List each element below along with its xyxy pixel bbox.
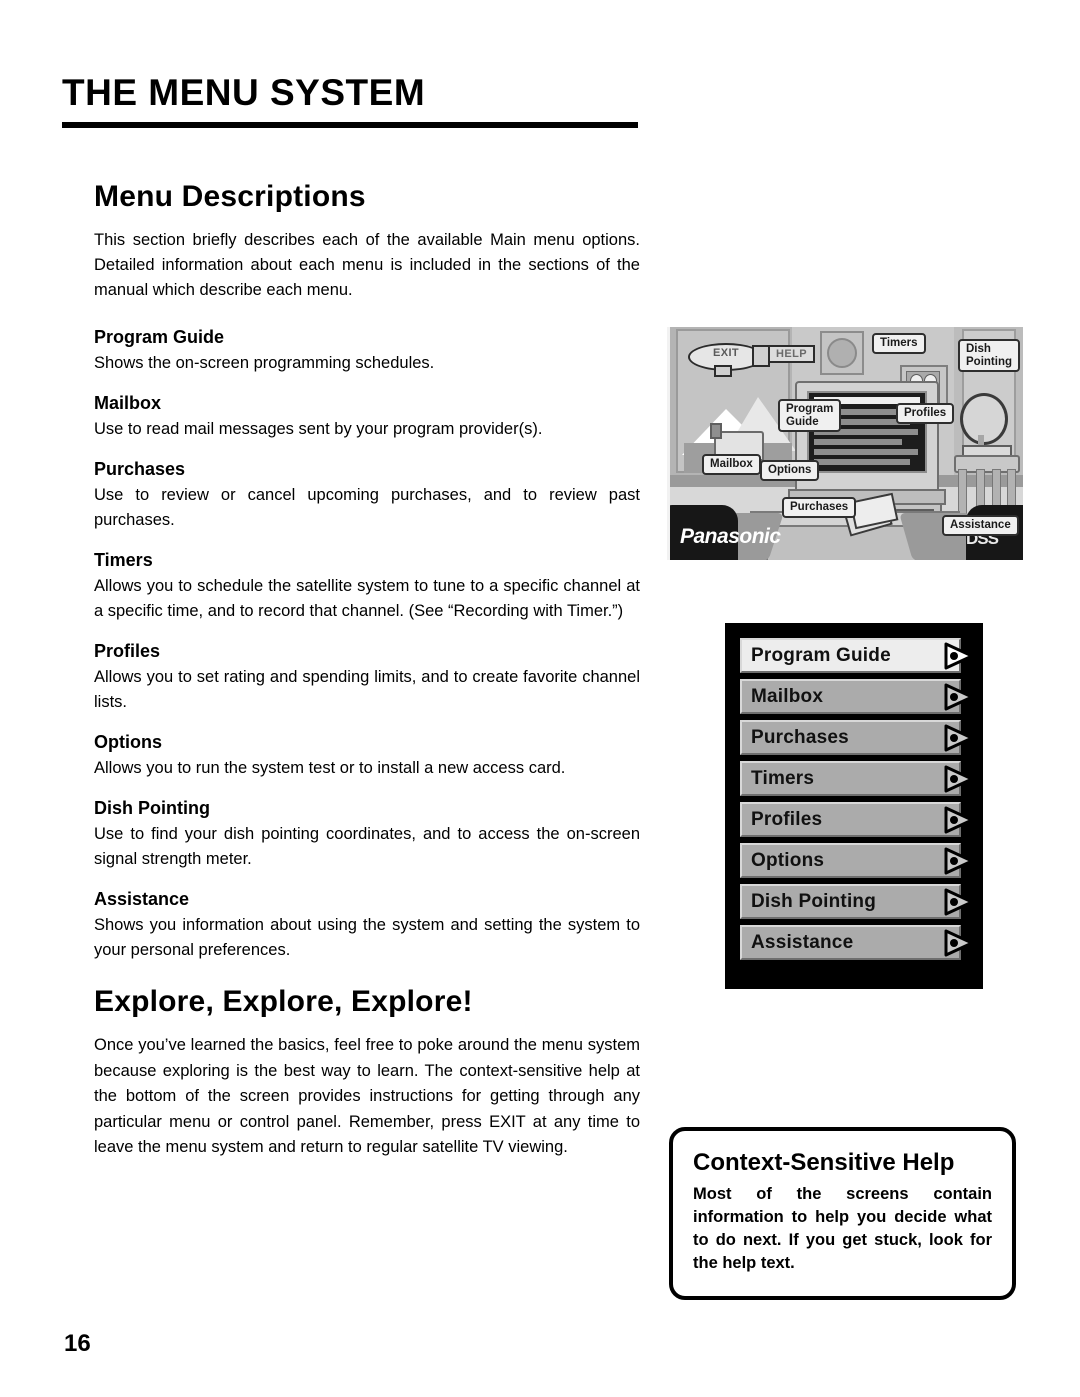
explore-heading: Explore, Explore, Explore! <box>94 985 473 1018</box>
explore-section: Explore, Explore, Explore! Once you’ve l… <box>94 985 640 1161</box>
page-number: 16 <box>64 1330 91 1357</box>
arrow-right-icon <box>943 682 973 712</box>
arrow-right-icon <box>943 887 973 917</box>
arrow-right-icon <box>943 723 973 753</box>
help-label: HELP <box>768 345 815 363</box>
entry-definition: Use to find your dish pointing coordinat… <box>94 825 640 868</box>
entry-term: Options <box>94 732 162 752</box>
entry-term: Mailbox <box>94 393 162 413</box>
description-entry-dish-pointing: Dish Pointing Use to find your dish poin… <box>94 798 640 872</box>
entry-definition: Allows you to set rating and spending li… <box>94 668 640 711</box>
menu-item-timers[interactable]: Timers <box>740 761 973 796</box>
entry-definition: Use to read mail messages sent by your p… <box>94 420 543 438</box>
description-entry-mailbox: Mailbox Use to read mail messages sent b… <box>94 393 640 442</box>
entry-definition: Allows you to run the system test or to … <box>94 759 566 777</box>
callout-program-guide: Program Guide <box>778 399 842 432</box>
guide-row <box>814 439 902 445</box>
clock-face <box>827 338 857 368</box>
callout-purchases: Purchases <box>782 497 857 518</box>
entry-definition: Shows the on-screen programming schedule… <box>94 354 435 372</box>
context-help-body: Most of the screens contain information … <box>693 1185 992 1272</box>
menu-descriptions-heading: Menu Descriptions <box>94 180 366 213</box>
description-entry-assistance: Assistance Shows you information about u… <box>94 889 640 963</box>
menu-item-label: Dish Pointing <box>751 890 877 912</box>
callout-timers: Timers <box>872 333 926 354</box>
on-screen-main-menu: Program Guide Mailbox Purchases Timers P… <box>725 623 983 989</box>
blimp-gondola-icon <box>714 365 732 377</box>
callout-options: Options <box>760 460 820 481</box>
title-divider <box>62 122 638 128</box>
menu-item-options[interactable]: Options <box>740 843 973 878</box>
left-column: Menu Descriptions This section briefly d… <box>94 180 640 1161</box>
menu-item-label: Profiles <box>751 808 823 830</box>
callout-mailbox: Mailbox <box>702 454 761 475</box>
arrow-right-icon <box>943 846 973 876</box>
guide-row <box>814 449 918 455</box>
entry-term: Assistance <box>94 889 190 909</box>
entry-definition: Shows you information about using the sy… <box>94 916 640 959</box>
entry-term: Timers <box>94 550 153 570</box>
entry-term: Program Guide <box>94 327 225 347</box>
context-help-title: Context-Sensitive Help <box>693 1149 955 1176</box>
menu-item-dish-pointing[interactable]: Dish Pointing <box>740 884 973 919</box>
menu-item-profiles[interactable]: Profiles <box>740 802 973 837</box>
guide-row <box>814 459 910 465</box>
entry-term: Purchases <box>94 459 186 479</box>
entry-term: Profiles <box>94 641 161 661</box>
menu-item-label: Purchases <box>751 726 849 748</box>
menu-item-label: Program Guide <box>751 644 891 666</box>
mailbox-flag-icon <box>710 423 722 439</box>
menu-item-assistance[interactable]: Assistance <box>740 925 973 960</box>
entry-definition: Allows you to schedule the satellite sys… <box>94 577 640 620</box>
menu-item-mailbox[interactable]: Mailbox <box>740 679 973 714</box>
context-sensitive-help-box: Context-Sensitive Help Most of the scree… <box>669 1127 1016 1300</box>
arrow-right-icon <box>943 641 973 671</box>
menu-item-program-guide[interactable]: Program Guide <box>740 638 973 673</box>
menu-item-label: Mailbox <box>751 685 824 707</box>
exit-label: EXIT <box>712 347 740 359</box>
description-entry-timers: Timers Allows you to schedule the satell… <box>94 550 640 624</box>
panasonic-logo: Panasonic <box>680 525 781 548</box>
clock-icon <box>820 331 864 375</box>
menu-item-label: Assistance <box>751 931 854 953</box>
callout-dish-pointing: Dish Pointing <box>958 339 1020 372</box>
entry-term: Dish Pointing <box>94 798 210 818</box>
arrow-right-icon <box>943 928 973 958</box>
callout-profiles: Profiles <box>896 403 955 424</box>
description-entry-program-guide: Program Guide Shows the on-screen progra… <box>94 327 640 376</box>
page-title: THE MENU SYSTEM <box>62 72 426 113</box>
menu-item-purchases[interactable]: Purchases <box>740 720 973 755</box>
description-entry-options: Options Allows you to run the system tes… <box>94 732 640 781</box>
satellite-dish-icon: Panasonic <box>960 393 1008 445</box>
menu-descriptions-intro: This section briefly describes each of t… <box>94 231 640 299</box>
menu-item-label: Timers <box>751 767 815 789</box>
description-entry-profiles: Profiles Allows you to set rating and sp… <box>94 641 640 715</box>
living-room-illustration: EXIT HELP Panasonic DSS Timers Dish Poin… <box>667 327 1023 560</box>
menu-item-label: Options <box>751 849 825 871</box>
callout-assistance: Assistance <box>942 515 1019 536</box>
description-entry-purchases: Purchases Use to review or cancel upcomi… <box>94 459 640 533</box>
arrow-right-icon <box>943 764 973 794</box>
explore-body: Once you’ve learned the basics, feel fre… <box>94 1036 640 1156</box>
entry-definition: Use to review or cancel upcoming purchas… <box>94 486 640 529</box>
arrow-right-icon <box>943 805 973 835</box>
